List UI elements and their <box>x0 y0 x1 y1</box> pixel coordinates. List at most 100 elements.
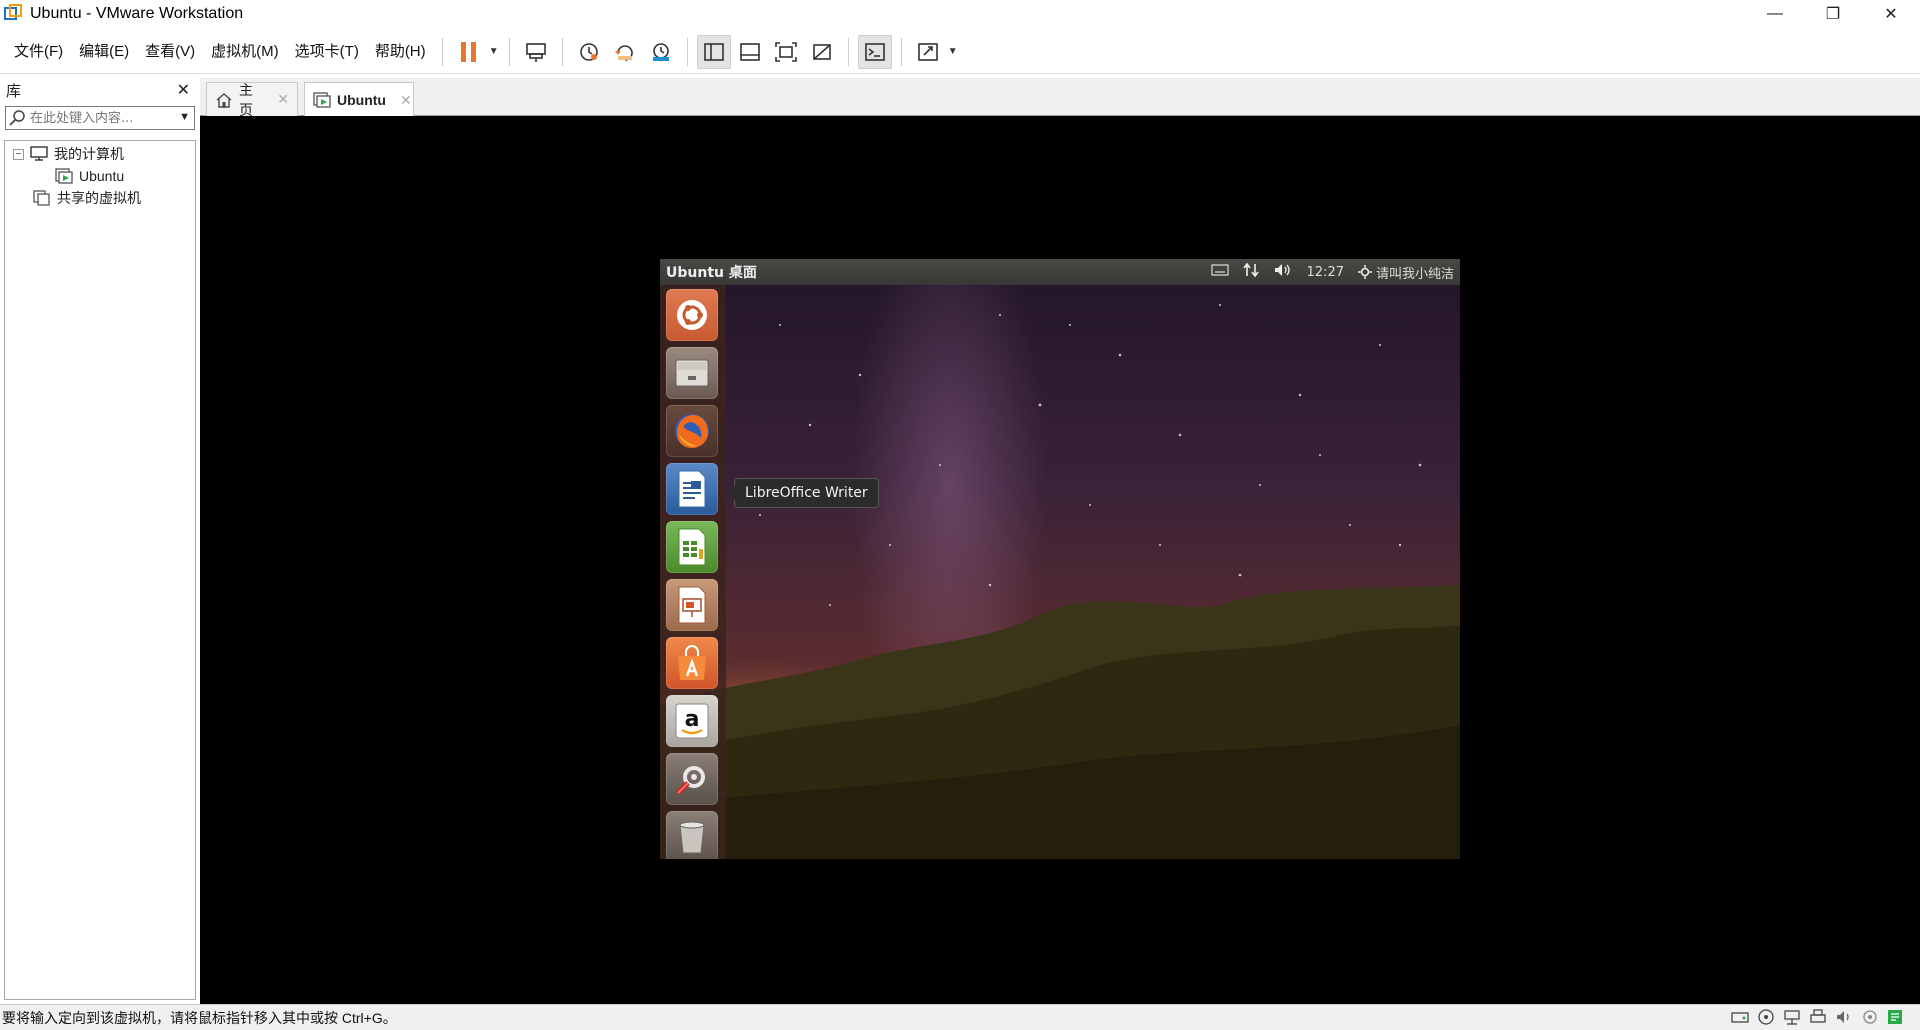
tab-close-icon[interactable]: ✕ <box>400 92 412 109</box>
menu-tabs[interactable]: 选项卡(T) <box>287 30 367 74</box>
console-view-button[interactable] <box>857 34 892 69</box>
tree-item-shared-vms[interactable]: 共享的虚拟机 <box>33 187 141 209</box>
snapshot-manager-button[interactable] <box>644 35 678 69</box>
show-thumbnail-bar-button[interactable] <box>733 35 767 69</box>
send-ctrl-alt-del-button[interactable] <box>519 35 553 69</box>
launcher-calc-button[interactable] <box>666 521 718 573</box>
amazon-icon: a <box>675 703 709 739</box>
pause-icon <box>460 41 476 62</box>
launcher-tooltip: LibreOffice Writer <box>727 478 879 508</box>
ubuntu-desktop-wallpaper[interactable] <box>660 285 1460 859</box>
title-bar: Ubuntu - VMware Workstation — ❐ ✕ <box>0 0 1920 28</box>
power-dropdown[interactable]: ▼ <box>487 35 501 69</box>
unity-mode-button[interactable] <box>805 35 839 69</box>
guest-screen[interactable]: Ubuntu 桌面 12:27 请叫我小纯洁 a LibreOffice Wri… <box>660 259 1460 859</box>
ubuntu-logo-icon <box>677 300 707 330</box>
tab-close-icon[interactable]: ✕ <box>277 91 289 108</box>
menu-edit[interactable]: 编辑(E) <box>71 30 137 74</box>
vm-running-icon <box>313 92 331 108</box>
network-adapter-icon[interactable] <box>1782 1008 1802 1026</box>
network-arrows-icon[interactable] <box>1242 262 1259 282</box>
sound-card-icon[interactable] <box>1834 1008 1854 1026</box>
menu-toolbar: 文件(F) 编辑(E) 查看(V) 虚拟机(M) 选项卡(T) 帮助(H) ▼ … <box>0 30 1920 74</box>
hard-disk-icon[interactable] <box>1730 1008 1750 1026</box>
message-log-icon[interactable] <box>1886 1008 1906 1026</box>
minimize-button[interactable]: — <box>1746 0 1804 28</box>
menu-view[interactable]: 查看(V) <box>137 30 203 74</box>
tab-ubuntu[interactable]: Ubuntu ✕ <box>304 82 414 117</box>
library-title: 库 <box>6 82 22 100</box>
toolbar-separator <box>441 37 443 66</box>
usb-device-icon[interactable] <box>1860 1008 1880 1026</box>
tree-item-label: 共享的虚拟机 <box>57 190 141 206</box>
toolbar-separator <box>847 37 849 66</box>
launcher-files-button[interactable] <box>666 347 718 399</box>
settings-tools-icon <box>676 766 705 795</box>
starry-hills-wallpaper <box>660 304 1460 859</box>
ubuntu-top-panel: Ubuntu 桌面 12:27 请叫我小纯洁 <box>660 259 1460 285</box>
toolbar-separator <box>508 37 510 66</box>
keyboard-icon[interactable] <box>1210 263 1229 281</box>
toolbar-separator <box>900 37 902 66</box>
clock[interactable]: 12:27 <box>1307 265 1344 280</box>
file-cabinet-icon <box>675 359 709 387</box>
launcher-impress-button[interactable] <box>666 579 718 631</box>
launcher-dash-button[interactable] <box>666 289 718 341</box>
volume-icon[interactable] <box>1273 262 1293 282</box>
unity-mode-icon <box>812 43 831 60</box>
toolbar-separator <box>686 37 688 66</box>
trash-icon <box>679 821 705 854</box>
stretch-dropdown[interactable]: ▼ <box>946 35 960 69</box>
vm-running-icon <box>55 168 73 184</box>
libreoffice-calc-icon <box>678 528 706 566</box>
launcher-writer-button[interactable] <box>666 463 718 515</box>
printer-icon[interactable] <box>1808 1008 1828 1026</box>
chevron-down-icon[interactable]: ▼ <box>179 111 190 123</box>
close-button[interactable]: ✕ <box>1862 0 1920 28</box>
take-snapshot-button[interactable] <box>572 35 606 69</box>
launcher-trash-button[interactable] <box>666 811 718 859</box>
tree-item-my-computer[interactable]: − 我的计算机 <box>13 143 124 165</box>
menu-file[interactable]: 文件(F) <box>6 30 71 74</box>
libreoffice-impress-icon <box>678 586 706 624</box>
snapshot-manager-icon <box>652 42 669 61</box>
vm-console[interactable]: Ubuntu 桌面 12:27 请叫我小纯洁 a LibreOffice Wri… <box>200 116 1920 1004</box>
libreoffice-writer-icon <box>678 470 706 508</box>
toolbar-separator <box>561 37 563 66</box>
menu-help[interactable]: 帮助(H) <box>367 30 434 74</box>
snapshot-clock-icon <box>579 42 598 61</box>
launcher-firefox-button[interactable] <box>666 405 718 457</box>
launcher-software-center-button[interactable] <box>666 637 718 689</box>
stretch-guest-button[interactable] <box>911 35 945 69</box>
window-title: Ubuntu - VMware Workstation <box>30 5 244 22</box>
launcher-amazon-button[interactable]: a <box>666 695 718 747</box>
restore-button[interactable]: ❐ <box>1804 0 1862 28</box>
home-icon <box>215 92 233 108</box>
gear-icon <box>1357 265 1372 279</box>
session-menu[interactable]: 请叫我小纯洁 <box>1357 263 1454 282</box>
shared-vm-icon <box>33 190 51 206</box>
pause-button[interactable] <box>452 35 486 69</box>
vmware-logo-icon <box>4 4 24 24</box>
library-header: 库 ✕ <box>0 78 198 102</box>
library-layout-icon <box>703 42 724 61</box>
library-search-input[interactable] <box>30 110 170 126</box>
library-search[interactable]: ▼ <box>5 106 195 130</box>
show-library-button[interactable] <box>696 34 731 69</box>
revert-snapshot-button[interactable] <box>608 35 642 69</box>
status-bar: 要将输入定向到该虚拟机，请将鼠标指针移入其中或按 Ctrl+G。 <box>0 1004 1920 1030</box>
tab-label: 主页 <box>239 81 253 118</box>
svg-text:a: a <box>685 707 700 732</box>
library-close-icon[interactable]: ✕ <box>177 80 190 100</box>
tab-home[interactable]: 主页 ✕ <box>206 82 298 118</box>
collapse-icon[interactable]: − <box>13 148 24 160</box>
menu-vm[interactable]: 虚拟机(M) <box>203 30 287 74</box>
launcher-system-settings-button[interactable] <box>666 753 718 805</box>
status-message: 要将输入定向到该虚拟机，请将鼠标指针移入其中或按 Ctrl+G。 <box>2 1009 397 1026</box>
cd-dvd-icon[interactable] <box>1756 1008 1776 1026</box>
tab-label: Ubuntu <box>337 92 386 108</box>
full-screen-button[interactable] <box>769 35 803 69</box>
tree-item-ubuntu[interactable]: Ubuntu <box>55 165 124 187</box>
ubuntu-launcher: a <box>660 285 726 859</box>
thumbnail-layout-icon <box>739 42 760 61</box>
